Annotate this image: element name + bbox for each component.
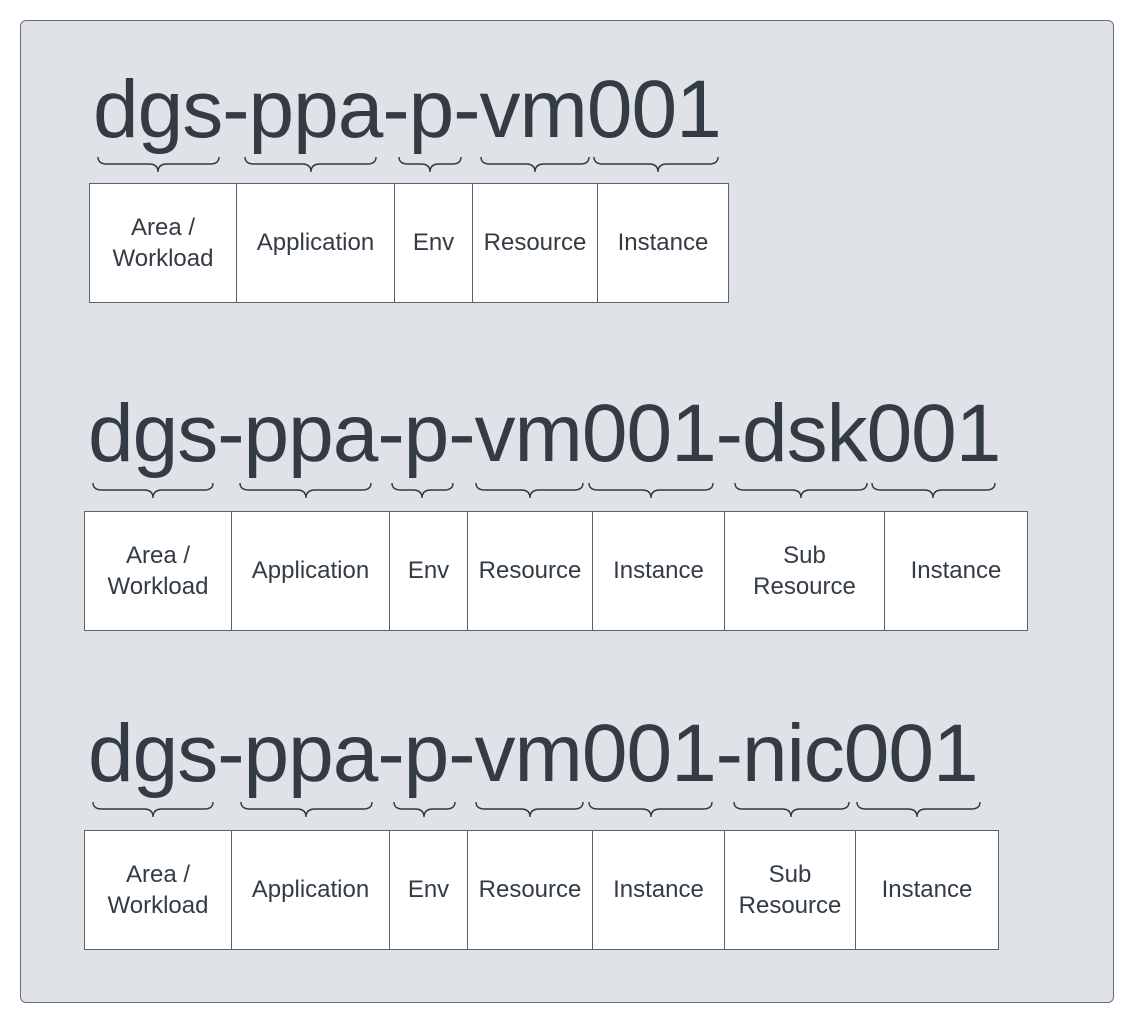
brace	[588, 482, 714, 499]
brace	[856, 801, 981, 818]
brace	[593, 156, 719, 173]
brace	[92, 482, 214, 499]
segment-env: Env	[389, 511, 468, 631]
segment-application: Application	[236, 183, 395, 303]
brace	[391, 482, 454, 499]
resource-name-vm: dgs-ppa-p-vm001	[93, 64, 722, 155]
brace	[588, 801, 713, 818]
segment-instance: Instance	[592, 830, 725, 950]
brace	[475, 801, 584, 818]
diagram-panel: dgs-ppa-p-vm001 Area / Workload Applicat…	[20, 20, 1114, 1003]
segment-env: Env	[394, 183, 473, 303]
brace	[871, 482, 996, 499]
segment-area-workload: Area / Workload	[84, 830, 232, 950]
segment-area-workload: Area / Workload	[89, 183, 237, 303]
segment-sub-resource: Sub Resource	[724, 511, 885, 631]
brace	[97, 156, 220, 173]
resource-name-disk: dgs-ppa-p-vm001-dsk001	[88, 388, 1001, 479]
brace	[92, 801, 214, 818]
segment-instance: Instance	[592, 511, 725, 631]
brace	[733, 801, 850, 818]
segment-resource: Resource	[467, 830, 593, 950]
brace	[734, 482, 868, 499]
segment-sub-resource: Sub Resource	[724, 830, 856, 950]
brace	[393, 801, 456, 818]
segment-sub-instance: Instance	[855, 830, 999, 950]
resource-name-nic: dgs-ppa-p-vm001-nic001	[88, 708, 979, 799]
brace	[240, 801, 373, 818]
segment-sub-instance: Instance	[884, 511, 1028, 631]
segment-braces-disk	[92, 482, 996, 499]
brace	[475, 482, 584, 499]
segment-application: Application	[231, 830, 390, 950]
segment-instance: Instance	[597, 183, 729, 303]
segment-braces-nic	[92, 801, 981, 818]
brace	[398, 156, 462, 173]
segment-resource: Resource	[467, 511, 593, 631]
brace	[480, 156, 590, 173]
segment-resource: Resource	[472, 183, 598, 303]
brace	[244, 156, 377, 173]
brace	[239, 482, 372, 499]
segment-application: Application	[231, 511, 390, 631]
segment-area-workload: Area / Workload	[84, 511, 232, 631]
segment-env: Env	[389, 830, 468, 950]
